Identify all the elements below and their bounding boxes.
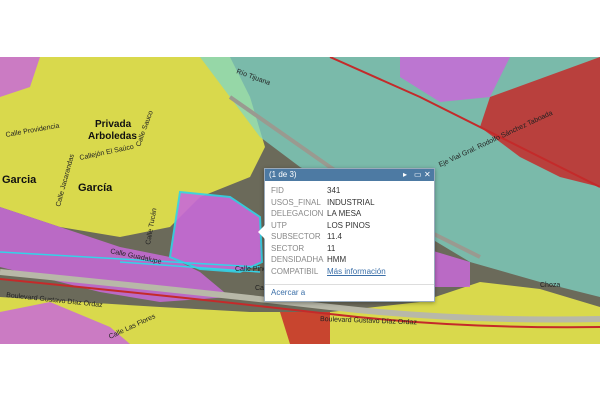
attr-value: HMM: [327, 255, 347, 264]
attr-row-utp: UTP LOS PINOS: [271, 220, 428, 232]
popup-pointer: [258, 225, 265, 239]
close-icon[interactable]: ✕: [424, 169, 431, 181]
popup-footer: Acercar a: [265, 284, 434, 301]
attr-value: LA MESA: [327, 209, 362, 218]
next-feature-icon[interactable]: ▸: [403, 169, 407, 181]
attr-row-fid: FID 341: [271, 185, 428, 197]
attr-value: 11: [327, 243, 336, 253]
attr-value: INDUSTRIAL: [327, 197, 375, 207]
attr-row-subsector: SUBSECTOR 11.4: [271, 231, 428, 243]
attr-key: DENSIDADHA: [271, 255, 324, 264]
place-label-garcia-1: Garcia: [2, 174, 37, 186]
popup-header: (1 de 3) ▸ ▭ ✕: [265, 169, 434, 181]
attr-value: LOS PINOS: [327, 220, 371, 230]
street-label-choza: Choza: [540, 282, 560, 289]
attr-key: FID: [271, 186, 284, 195]
popup-attributes: FID 341 USOS_FINAL INDUSTRIAL DELEGACION LA…: [265, 181, 434, 277]
attr-value: 341: [327, 186, 341, 195]
more-info-link[interactable]: Más información: [327, 266, 386, 278]
attr-row-densidad: DENSIDADHA HMM: [271, 254, 428, 266]
attr-row-compatibil: COMPATIBIL Más información: [271, 266, 428, 278]
attr-row-usos-final: USOS_FINAL INDUSTRIAL: [271, 197, 428, 209]
maximize-icon[interactable]: ▭: [414, 169, 422, 181]
attr-value: 11.4: [327, 232, 342, 241]
attr-row-delegacion: DELEGACION LA MESA: [271, 208, 428, 220]
attr-key: UTP: [271, 220, 287, 230]
place-label-privada: Privada: [95, 119, 132, 130]
attr-key: SUBSECTOR: [271, 232, 321, 241]
attr-key: COMPATIBIL: [271, 266, 319, 276]
zoom-to-link[interactable]: Acercar a: [271, 288, 305, 297]
attr-row-sector: SECTOR 11: [271, 243, 428, 255]
attr-key: USOS_FINAL: [271, 197, 321, 207]
attr-key: DELEGACION: [271, 209, 324, 218]
map-view[interactable]: Privada Arboledas Garcia García Calle Pr…: [0, 57, 600, 344]
popup-counter: (1 de 3): [269, 170, 297, 179]
feature-popup: (1 de 3) ▸ ▭ ✕ FID 341 USOS_FINAL INDUSTRI…: [258, 168, 435, 302]
place-label-arboledas: Arboledas: [88, 131, 137, 142]
attr-key: SECTOR: [271, 243, 305, 253]
place-label-garcia-2: García: [78, 182, 113, 194]
